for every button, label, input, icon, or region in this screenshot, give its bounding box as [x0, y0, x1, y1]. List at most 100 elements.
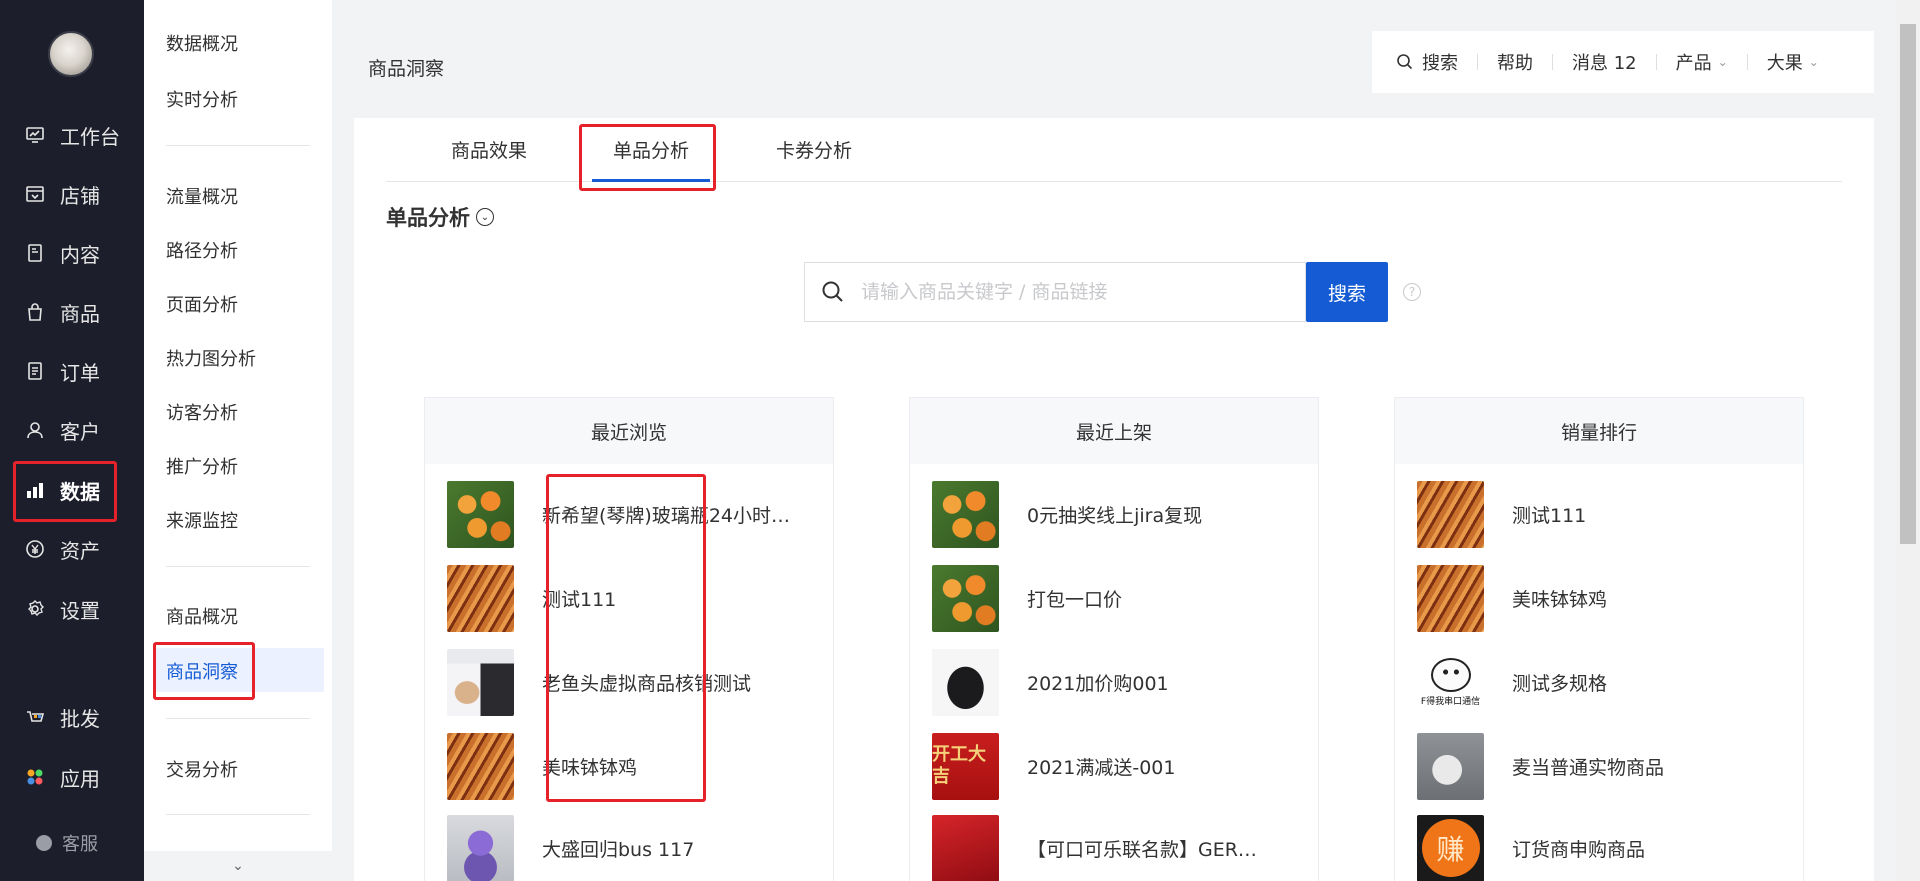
subnav-visitor[interactable]: 访客分析	[166, 399, 238, 425]
subnav-goods-overview[interactable]: 商品概况	[166, 603, 238, 629]
section-title[interactable]: 单品分析 ⌄	[386, 202, 494, 232]
nav-item-content[interactable]: 内容	[0, 227, 144, 279]
chevron-down-icon: ⌄	[1717, 55, 1728, 69]
list-item[interactable]: F得我串口通信 测试多规格	[1417, 648, 1607, 716]
product-thumbnail	[447, 732, 514, 800]
list-item[interactable]: 2021加价购001	[932, 648, 1169, 716]
panel-recent-viewed: 最近浏览 新希望(琴牌)玻璃瓶24小时… 测试111 老鱼头虚拟商品核销测试 美…	[424, 397, 834, 881]
nav-item-settings[interactable]: 设置	[0, 583, 144, 635]
divider	[166, 566, 310, 567]
nav-item-shop[interactable]: 店铺	[0, 168, 144, 220]
page-scrollbar[interactable]	[1896, 0, 1920, 881]
user-dropdown[interactable]: 大果 ⌄	[1767, 49, 1819, 75]
chevron-down-icon: ⌄	[1808, 55, 1819, 69]
product-name: 测试111	[1512, 504, 1587, 527]
nav-item-wholesale[interactable]: 批发	[0, 691, 144, 743]
subnav-promotion[interactable]: 推广分析	[166, 453, 238, 479]
subnav-goods-insight[interactable]: 商品洞察	[166, 658, 238, 684]
subnav-path[interactable]: 路径分析	[166, 237, 238, 263]
nav-item-order[interactable]: 订单	[0, 345, 144, 397]
product-name: 麦当普通实物商品	[1512, 756, 1665, 779]
collapse-button[interactable]: ⌄	[144, 851, 332, 881]
subnav-source[interactable]: 来源监控	[166, 507, 238, 533]
nav-item-goods[interactable]: 商品	[0, 286, 144, 338]
product-thumbnail	[932, 814, 999, 881]
subnav-page[interactable]: 页面分析	[166, 291, 238, 317]
goods-search-input[interactable]	[861, 281, 1281, 303]
avatar[interactable]	[48, 31, 94, 77]
customer-service-button[interactable]: 客服	[36, 830, 98, 856]
product-thumbnail	[447, 564, 514, 632]
chevron-down-icon: ⌄	[232, 858, 244, 874]
nav-item-label: 订单	[60, 360, 100, 385]
product-thumbnail	[1417, 480, 1484, 548]
product-thumbnail: 开工大吉	[932, 732, 999, 800]
order-icon	[24, 360, 46, 382]
search-icon	[805, 280, 861, 304]
yuan-icon	[24, 538, 46, 560]
help-icon[interactable]: ?	[1403, 283, 1421, 301]
list-item[interactable]: 美味钵钵鸡	[447, 732, 637, 800]
product-name: 老鱼头虚拟商品核销测试	[542, 672, 752, 695]
help-link[interactable]: 帮助	[1497, 49, 1533, 75]
list-item[interactable]: 美味钵钵鸡	[1417, 564, 1607, 632]
gear-icon	[24, 598, 46, 620]
subnav-data-overview[interactable]: 数据概况	[166, 30, 238, 56]
panel-sales-ranking: 销量排行 测试111 美味钵钵鸡 F得我串口通信 测试多规格 麦当普通实物商品 …	[1394, 397, 1804, 881]
product-dropdown[interactable]: 产品 ⌄	[1676, 49, 1728, 75]
product-name: 0元抽奖线上jira复现	[1027, 504, 1203, 527]
list-item[interactable]: 测试111	[447, 564, 616, 632]
zhuan-badge: 赚	[1421, 819, 1480, 877]
clock-icon	[36, 835, 52, 851]
product-name: 美味钵钵鸡	[1512, 588, 1608, 611]
product-name: 订货商申购商品	[1512, 838, 1646, 861]
tab-coupon[interactable]: 卡券分析	[776, 136, 852, 163]
list-item[interactable]: 麦当普通实物商品	[1417, 732, 1664, 800]
shop-icon	[24, 183, 46, 205]
bag-icon	[24, 301, 46, 323]
top-search-button[interactable]: 搜索	[1396, 49, 1458, 75]
active-tab-indicator	[592, 179, 710, 182]
product-thumbnail	[447, 480, 514, 548]
product-name: 大盛回归bus 117	[542, 838, 695, 861]
list-item[interactable]: 打包一口价	[932, 564, 1122, 632]
apps-icon	[24, 766, 46, 788]
nav-item-customer[interactable]: 客户	[0, 404, 144, 456]
panel-title: 最近上架	[910, 398, 1318, 464]
meme-caption: F得我串口通信	[1420, 696, 1481, 707]
nav-item-label: 数据	[60, 479, 100, 504]
list-item[interactable]: 老鱼头虚拟商品核销测试	[447, 648, 751, 716]
list-item[interactable]: 测试111	[1417, 480, 1586, 548]
list-item[interactable]: 0元抽奖线上jira复现	[932, 480, 1202, 548]
divider	[166, 718, 310, 719]
product-thumbnail	[932, 480, 999, 548]
messages-link[interactable]: 消息 12	[1572, 49, 1637, 75]
list-item[interactable]: 赚 订货商申购商品	[1417, 814, 1645, 881]
nav-item-label: 客户	[60, 419, 100, 444]
scrollbar-thumb[interactable]	[1900, 24, 1916, 544]
nav-item-workbench[interactable]: 工作台	[0, 109, 144, 161]
product-name: 测试多规格	[1512, 672, 1608, 695]
product-thumbnail	[932, 564, 999, 632]
tab-single-item[interactable]: 单品分析	[613, 136, 689, 163]
list-item[interactable]: 新希望(琴牌)玻璃瓶24小时…	[447, 480, 790, 548]
list-item[interactable]: 大盛回归bus 117	[447, 814, 694, 881]
nav-item-data[interactable]: 数据	[0, 464, 144, 524]
product-name: 打包一口价	[1027, 588, 1123, 611]
subnav-trade[interactable]: 交易分析	[166, 756, 238, 782]
tab-goods-effect[interactable]: 商品效果	[451, 136, 527, 163]
goods-search	[804, 262, 1306, 322]
subnav-traffic[interactable]: 流量概况	[166, 183, 238, 209]
chevron-down-circle-icon: ⌄	[476, 208, 494, 226]
subnav-heatmap[interactable]: 热力图分析	[166, 345, 256, 371]
nav-item-label: 内容	[60, 242, 100, 267]
section-title-text: 单品分析	[386, 206, 470, 230]
list-item[interactable]: 【可口可乐联名款】GER…	[932, 814, 1257, 881]
subnav-realtime[interactable]: 实时分析	[166, 86, 238, 112]
product-name: 美味钵钵鸡	[542, 756, 638, 779]
nav-item-apps[interactable]: 应用	[0, 751, 144, 803]
search-button[interactable]: 搜索	[1306, 262, 1388, 322]
list-item[interactable]: 开工大吉 2021满减送-001	[932, 732, 1175, 800]
top-bar: 搜索 帮助 消息 12 产品 ⌄ 大果 ⌄	[1372, 31, 1874, 93]
nav-item-assets[interactable]: 资产	[0, 523, 144, 575]
